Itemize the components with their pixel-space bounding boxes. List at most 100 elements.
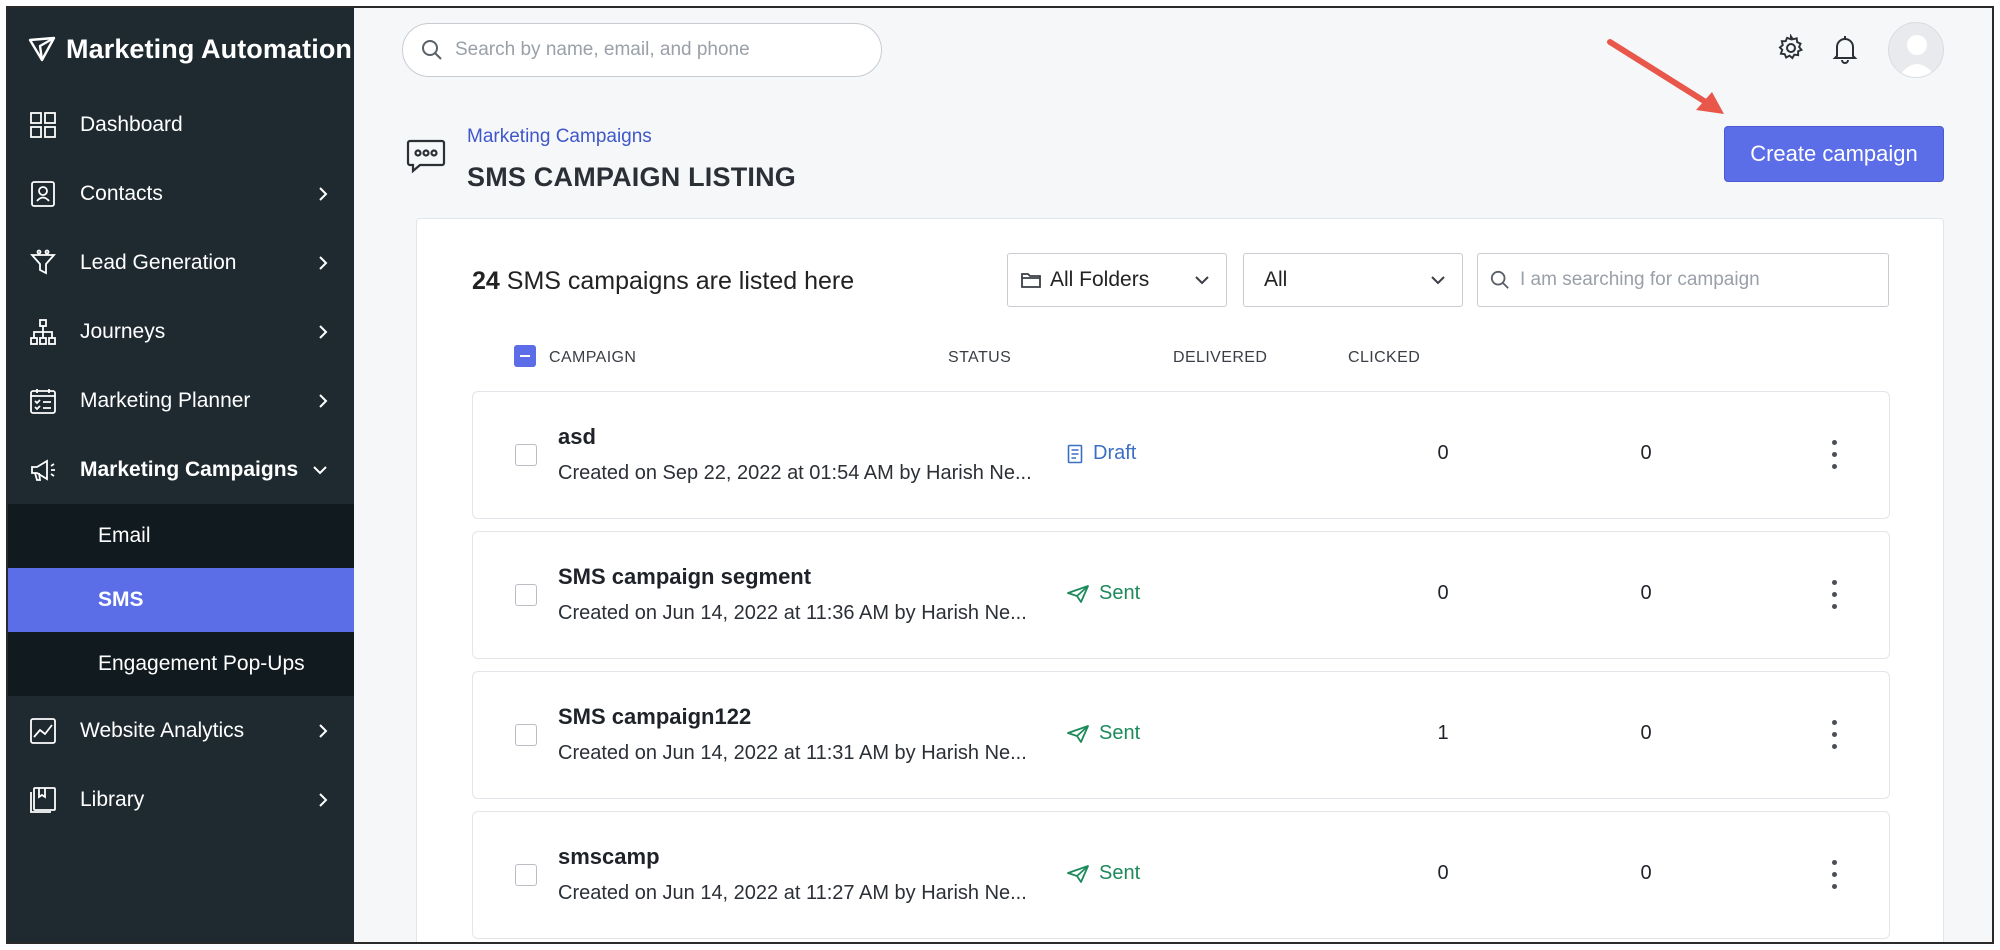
- sidebar: Marketing Automation Dashboard Contacts …: [8, 8, 354, 942]
- table-row[interactable]: SMS campaign segment Created on Jun 14, …: [472, 531, 1890, 659]
- campaign-search[interactable]: [1477, 253, 1889, 307]
- status-badge: Draft: [1067, 442, 1136, 465]
- select-all-checkbox[interactable]: [514, 345, 536, 367]
- page-title: SMS CAMPAIGN LISTING: [467, 162, 797, 192]
- draft-icon: [1067, 444, 1083, 463]
- app-window: Marketing Automation Dashboard Contacts …: [6, 6, 1994, 944]
- folder-filter-select[interactable]: All Folders: [1007, 253, 1227, 307]
- sidebar-item-marketing-campaigns[interactable]: Marketing Campaigns: [8, 435, 354, 504]
- row-checkbox[interactable]: [515, 864, 537, 886]
- campaign-meta: Created on Jun 14, 2022 at 11:27 AM by H…: [558, 882, 1027, 904]
- global-search-input[interactable]: [455, 39, 855, 61]
- more-actions-icon[interactable]: [1821, 576, 1847, 612]
- clicked-count: 0: [1640, 442, 1652, 464]
- status-badge: Sent: [1067, 862, 1140, 885]
- campaign-count-text: SMS campaigns are listed here: [506, 267, 855, 295]
- submenu-item-sms[interactable]: SMS: [8, 568, 354, 632]
- campaign-meta: Created on Jun 14, 2022 at 11:31 AM by H…: [558, 742, 1027, 764]
- column-header-campaign[interactable]: CAMPAIGN: [549, 349, 636, 367]
- submenu-item-engagement-popups[interactable]: Engagement Pop-Ups: [8, 632, 354, 696]
- more-actions-icon[interactable]: [1821, 716, 1847, 752]
- chevron-right-icon: [319, 324, 328, 339]
- more-actions-icon[interactable]: [1821, 856, 1847, 892]
- clicked-count: 0: [1640, 722, 1652, 744]
- table-row[interactable]: smscamp Created on Jun 14, 2022 at 11:27…: [472, 811, 1890, 939]
- sidebar-item-label: Journeys: [80, 319, 166, 343]
- sidebar-item-website-analytics[interactable]: Website Analytics: [8, 696, 354, 765]
- chevron-right-icon: [319, 393, 328, 408]
- delivered-count: 0: [1437, 582, 1449, 604]
- status-label: Draft: [1093, 442, 1137, 464]
- sidebar-item-lead-generation[interactable]: Lead Generation: [8, 228, 354, 297]
- table-header: CAMPAIGN STATUS DELIVERED CLICKED: [417, 345, 1943, 375]
- status-label: Sent: [1099, 722, 1141, 744]
- sidebar-item-label: Website Analytics: [80, 718, 245, 742]
- planner-icon: [28, 386, 58, 416]
- top-bar: [354, 8, 1992, 90]
- table-row[interactable]: asd Created on Sep 22, 2022 at 01:54 AM …: [472, 391, 1890, 519]
- paper-plane-icon: [1067, 864, 1089, 883]
- submenu-item-email[interactable]: Email: [8, 504, 354, 568]
- row-checkbox[interactable]: [515, 724, 537, 746]
- brand-name: Marketing Automation: [66, 33, 353, 64]
- sidebar-item-library[interactable]: Library: [8, 765, 354, 834]
- more-actions-icon[interactable]: [1821, 436, 1847, 472]
- paper-plane-icon: [1067, 724, 1089, 743]
- sidebar-item-journeys[interactable]: Journeys: [8, 297, 354, 366]
- column-header-clicked[interactable]: CLICKED: [1348, 349, 1420, 367]
- row-checkbox[interactable]: [515, 584, 537, 606]
- chevron-down-icon: [313, 465, 327, 474]
- global-search[interactable]: [402, 23, 882, 77]
- sidebar-item-marketing-planner[interactable]: Marketing Planner: [8, 366, 354, 435]
- bell-icon[interactable]: [1832, 34, 1858, 64]
- annotation-arrow-icon: [1607, 39, 1724, 114]
- search-icon: [422, 40, 442, 60]
- row-checkbox[interactable]: [515, 444, 537, 466]
- brand-logo-icon: [28, 36, 56, 62]
- campaign-count: 24 SMS campaigns are listed here: [472, 267, 854, 296]
- campaign-name[interactable]: SMS campaign122: [558, 704, 751, 730]
- library-icon: [28, 785, 58, 815]
- status-label: Sent: [1099, 862, 1141, 884]
- sidebar-item-label: Lead Generation: [80, 250, 237, 274]
- campaign-search-input[interactable]: [1520, 269, 1880, 291]
- campaign-name[interactable]: SMS campaign segment: [558, 564, 811, 590]
- avatar[interactable]: [1888, 22, 1944, 78]
- megaphone-icon: [28, 455, 58, 485]
- status-label: Sent: [1099, 582, 1141, 604]
- submenu-item-label: Email: [98, 524, 151, 547]
- clicked-count: 0: [1640, 862, 1652, 884]
- create-campaign-button[interactable]: Create campaign: [1724, 126, 1944, 182]
- sidebar-item-label: Marketing Planner: [80, 388, 251, 412]
- folder-filter-value: All Folders: [1050, 268, 1150, 291]
- column-header-delivered[interactable]: DELIVERED: [1173, 349, 1267, 367]
- main-content: Marketing Campaigns SMS CAMPAIGN LISTING…: [354, 8, 1992, 942]
- chevron-right-icon: [319, 255, 328, 270]
- sidebar-item-dashboard[interactable]: Dashboard: [8, 90, 354, 159]
- chevron-right-icon: [319, 792, 328, 807]
- breadcrumb[interactable]: Marketing Campaigns: [467, 126, 652, 148]
- paper-plane-icon: [1067, 584, 1089, 603]
- analytics-icon: [28, 716, 58, 746]
- chevron-down-icon: [1431, 276, 1445, 285]
- column-header-status[interactable]: STATUS: [948, 349, 1011, 367]
- delivered-count: 0: [1437, 862, 1449, 884]
- sidebar-item-label: Dashboard: [80, 112, 183, 136]
- clicked-count: 0: [1640, 582, 1652, 604]
- campaigns-submenu: Email SMS Engagement Pop-Ups: [8, 504, 354, 696]
- status-filter-select[interactable]: All: [1243, 253, 1463, 307]
- contacts-icon: [28, 179, 58, 209]
- campaign-count-number: 24: [472, 267, 500, 295]
- brand[interactable]: Marketing Automation: [8, 8, 354, 90]
- campaign-name[interactable]: asd: [558, 424, 596, 450]
- sidebar-item-contacts[interactable]: Contacts: [8, 159, 354, 228]
- submenu-item-label: SMS: [98, 588, 144, 611]
- submenu-item-label: Engagement Pop-Ups: [98, 652, 305, 675]
- delivered-count: 1: [1437, 722, 1449, 744]
- campaign-listing-card: 24 SMS campaigns are listed here All Fol…: [416, 218, 1944, 942]
- dashboard-icon: [28, 110, 58, 140]
- gear-icon[interactable]: [1777, 34, 1805, 62]
- campaign-name[interactable]: smscamp: [558, 844, 660, 870]
- table-row[interactable]: SMS campaign122 Created on Jun 14, 2022 …: [472, 671, 1890, 799]
- sidebar-item-label: Contacts: [80, 181, 163, 205]
